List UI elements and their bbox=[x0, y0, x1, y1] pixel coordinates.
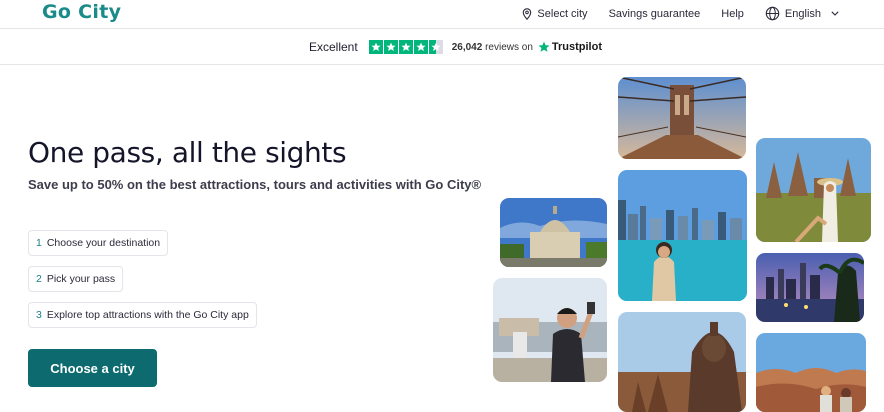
trustpilot-star-icon bbox=[538, 41, 550, 52]
star-rating bbox=[368, 40, 444, 54]
photo-temple-ruins bbox=[756, 138, 871, 242]
trustpilot-logo: Trustpilot bbox=[538, 41, 602, 53]
trustpilot-brand: Trustpilot bbox=[551, 41, 602, 53]
trustpilot-widget[interactable]: Excellent 26,042 reviews on Trustpilot bbox=[309, 40, 602, 54]
go-city-logo[interactable]: Go City bbox=[42, 1, 121, 23]
help-link[interactable]: Help bbox=[721, 8, 744, 20]
star-icon bbox=[413, 40, 428, 54]
hero-subtitle: Save up to 50% on the best attractions, … bbox=[28, 177, 482, 192]
savings-guarantee-label: Savings guarantee bbox=[608, 7, 701, 20]
location-pin-icon bbox=[523, 7, 532, 20]
step-text: Pick your pass bbox=[46, 273, 116, 285]
step-3: 3 Explore top attractions with the Go Ci… bbox=[28, 302, 257, 328]
reviews-text: 26,042 reviews on bbox=[452, 42, 533, 53]
reviews-count: 26,042 bbox=[451, 41, 483, 53]
hero-title: One pass, all the sights bbox=[28, 136, 347, 169]
photo-traveler-selfie bbox=[493, 278, 607, 382]
language-selector[interactable]: English bbox=[765, 6, 844, 21]
savings-guarantee-link[interactable]: Savings guarantee bbox=[609, 8, 701, 20]
step-text: Explore top attractions with the Go City… bbox=[46, 309, 249, 321]
star-icon bbox=[383, 40, 398, 54]
half-star-icon bbox=[428, 40, 443, 54]
step-2: 2 Pick your pass bbox=[28, 266, 124, 292]
photo-city-night-waterfront bbox=[756, 253, 864, 322]
select-city-label: Select city bbox=[537, 7, 588, 20]
step-1: 1 Choose your destination bbox=[28, 230, 169, 256]
help-label: Help bbox=[721, 7, 744, 20]
photo-canyon-view bbox=[756, 333, 866, 412]
top-nav: Select city Savings guarantee Help Engli… bbox=[522, 6, 844, 21]
star-icon bbox=[368, 40, 383, 54]
rating-word: Excellent bbox=[309, 40, 358, 54]
photo-city-skyline-lake bbox=[618, 170, 747, 301]
choose-a-city-button[interactable]: Choose a city bbox=[28, 349, 157, 387]
language-label: English bbox=[784, 7, 821, 20]
site-header: Go City Select city Savings guarantee He… bbox=[0, 0, 884, 29]
globe-icon bbox=[765, 6, 780, 21]
step-number: 2 bbox=[36, 273, 42, 285]
photo-dome-building bbox=[500, 198, 607, 267]
chevron-down-icon bbox=[831, 11, 839, 16]
step-text: Choose your destination bbox=[46, 237, 161, 249]
trustpilot-bar: Excellent 26,042 reviews on Trustpilot bbox=[0, 30, 884, 65]
star-icon bbox=[398, 40, 413, 54]
step-number: 1 bbox=[36, 237, 42, 249]
reviews-suffix: reviews on bbox=[485, 41, 533, 53]
select-city-link[interactable]: Select city bbox=[522, 7, 588, 20]
photo-buddha-statue bbox=[618, 312, 746, 412]
photo-bridge bbox=[618, 77, 746, 159]
step-number: 3 bbox=[36, 309, 42, 321]
